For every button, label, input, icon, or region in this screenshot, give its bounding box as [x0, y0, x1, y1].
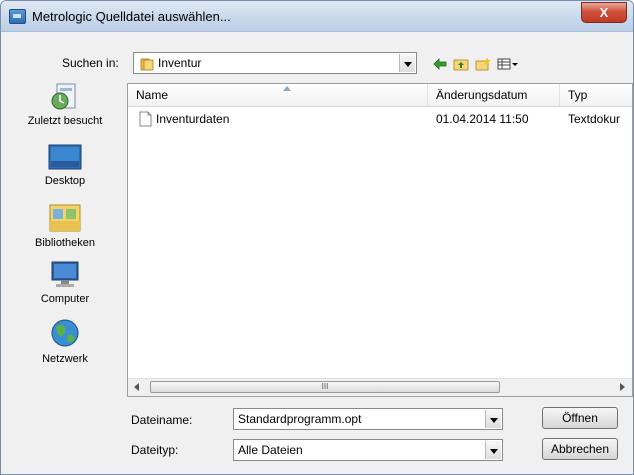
scroll-right-icon[interactable]	[620, 383, 625, 391]
file-name: Inventurdaten	[156, 112, 230, 126]
list-header: Name Änderungsdatum Typ	[128, 84, 632, 107]
open-button[interactable]: Öffnen	[542, 407, 618, 429]
recent-places-icon	[51, 83, 76, 110]
file-type: Textdokur	[568, 112, 621, 126]
close-button[interactable]: X	[581, 2, 627, 23]
title-bar[interactable]: Metrologic Quelldatei auswählen... X	[1, 1, 633, 32]
file-open-dialog: Metrologic Quelldatei auswählen... X Suc…	[0, 0, 634, 475]
filename-field[interactable]: Standardprogramm.opt	[233, 408, 503, 430]
app-icon	[9, 9, 26, 24]
filename-value: Standardprogramm.opt	[238, 412, 362, 426]
place-recent[interactable]: Zuletzt besucht	[7, 81, 123, 127]
filetype-value: Alle Dateien	[238, 443, 303, 457]
window-title: Metrologic Quelldatei auswählen...	[32, 9, 231, 24]
folder-icon	[140, 58, 154, 71]
lookin-label: Suchen in:	[62, 56, 119, 70]
column-type[interactable]: Typ	[560, 84, 632, 106]
libraries-icon	[49, 204, 81, 232]
up-folder-icon[interactable]	[453, 57, 469, 71]
places-bar: Zuletzt besucht Desktop Bibliotheken Com…	[7, 81, 123, 377]
lookin-value: Inventur	[158, 56, 202, 70]
column-name[interactable]: Name	[128, 84, 428, 106]
place-label: Zuletzt besucht	[27, 115, 103, 127]
chevron-down-icon[interactable]	[485, 441, 501, 459]
new-folder-icon[interactable]	[475, 57, 491, 71]
network-icon	[51, 319, 79, 347]
horizontal-scrollbar[interactable]: III	[128, 378, 632, 396]
place-desktop[interactable]: Desktop	[7, 143, 123, 187]
lookin-dropdown[interactable]: Inventur	[133, 52, 417, 74]
filetype-dropdown[interactable]: Alle Dateien	[233, 439, 503, 461]
desktop-icon	[48, 144, 82, 170]
place-label: Netzwerk	[42, 353, 88, 365]
sort-ascending-icon	[283, 86, 291, 91]
place-label: Computer	[40, 293, 90, 305]
chevron-down-icon[interactable]	[485, 410, 501, 428]
place-label: Bibliotheken	[35, 237, 95, 249]
scroll-thumb[interactable]: III	[150, 381, 500, 393]
filetype-label: Dateityp:	[131, 443, 179, 457]
scroll-left-icon[interactable]	[134, 383, 139, 391]
table-row[interactable]: Inventurdaten 01.04.2014 11:50 Textdokur	[128, 110, 632, 128]
place-libraries[interactable]: Bibliotheken	[7, 201, 123, 249]
place-label: Desktop	[44, 175, 86, 187]
back-arrow-icon[interactable]	[433, 57, 447, 71]
file-date: 01.04.2014 11:50	[436, 112, 529, 126]
view-menu-icon[interactable]	[497, 57, 519, 71]
file-list[interactable]: Name Änderungsdatum Typ Inventurdaten 01…	[127, 83, 633, 397]
place-network[interactable]: Netzwerk	[7, 317, 123, 365]
cancel-button[interactable]: Abbrechen	[542, 438, 618, 460]
text-file-icon	[139, 111, 152, 127]
column-date[interactable]: Änderungsdatum	[428, 84, 560, 106]
filename-label: Dateiname:	[131, 413, 193, 427]
chevron-down-icon[interactable]	[399, 54, 415, 72]
place-computer[interactable]: Computer	[7, 259, 123, 305]
computer-icon	[51, 261, 79, 287]
